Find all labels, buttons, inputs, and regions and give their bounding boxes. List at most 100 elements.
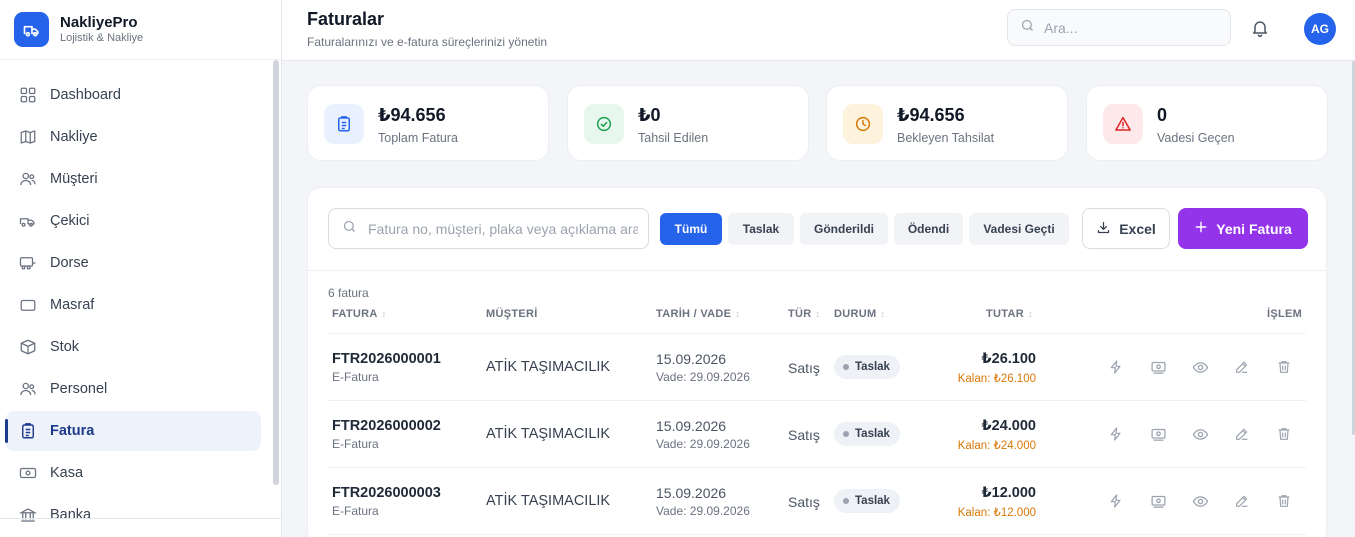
sidebar-item-banka[interactable]: Banka xyxy=(6,495,261,535)
stat-label: Bekleyen Tahsilat xyxy=(897,131,995,145)
filter-draft[interactable]: Taslak xyxy=(728,213,794,245)
column-label: İŞLEM xyxy=(1267,308,1303,320)
filter-paid[interactable]: Ödendi xyxy=(894,213,963,245)
sidebar-item-label: Çekici xyxy=(50,213,90,229)
invoice-search[interactable] xyxy=(328,208,649,249)
column-header-amount[interactable]: TUTAR ↕ xyxy=(986,308,1033,320)
trash-icon[interactable] xyxy=(1274,491,1294,511)
invoice-type: E-Fatura xyxy=(332,370,379,384)
excel-label: Excel xyxy=(1119,220,1156,237)
global-search-input[interactable] xyxy=(1044,19,1214,36)
users-icon xyxy=(18,169,38,189)
sidebar-item-stok[interactable]: Stok xyxy=(6,327,261,367)
remaining-amount: Kalan: ₺12.000 xyxy=(957,507,1036,519)
invoice-number[interactable]: FTR2026000001 xyxy=(332,351,441,367)
sidebar-item-nakliye[interactable]: Nakliye xyxy=(6,117,261,157)
status-badge: Taslak xyxy=(834,489,900,513)
sidebar-item-musteri[interactable]: Müşteri xyxy=(6,159,261,199)
plus-icon xyxy=(1194,220,1208,237)
edit-icon[interactable] xyxy=(1232,424,1252,444)
sort-icon: ↕ xyxy=(815,309,821,319)
sidebar-item-kasa[interactable]: Kasa xyxy=(6,453,261,493)
people-icon xyxy=(18,379,38,399)
bell-icon[interactable] xyxy=(1250,18,1272,40)
edit-icon[interactable] xyxy=(1232,357,1252,377)
map-icon xyxy=(18,127,38,147)
table-row[interactable]: FTR2026000002 E-Fatura ATİK TAŞIMACILIK … xyxy=(328,401,1306,468)
filter-overdue[interactable]: Vadesi Geçti xyxy=(969,213,1069,245)
invoice-search-input[interactable] xyxy=(368,220,638,237)
filter-sent[interactable]: Gönderildi xyxy=(800,213,888,245)
sidebar-item-dorse[interactable]: Dorse xyxy=(6,243,261,283)
stat-card-collected: ₺0 Tahsil Edilen xyxy=(567,85,809,161)
table-row[interactable]: FTR2026000003 E-Fatura ATİK TAŞIMACILIK … xyxy=(328,468,1306,535)
invoice-number[interactable]: FTR2026000002 xyxy=(332,418,441,434)
sidebar-item-label: Stok xyxy=(50,339,80,355)
sidebar-item-masraf[interactable]: Masraf xyxy=(6,285,261,325)
sidebar-item-label: Dorse xyxy=(50,255,89,271)
lightning-icon[interactable] xyxy=(1106,357,1126,377)
invoice-icon xyxy=(18,421,38,441)
sidebar-item-label: Banka xyxy=(50,507,92,523)
invoice-date: 15.09.2026 xyxy=(656,351,727,367)
clock-icon xyxy=(843,104,883,144)
invoice-date: 15.09.2026 xyxy=(656,485,727,501)
eye-icon[interactable] xyxy=(1190,357,1210,377)
eye-icon[interactable] xyxy=(1190,491,1210,511)
bank-icon xyxy=(18,505,38,525)
sidebar-item-label: Nakliye xyxy=(50,129,98,145)
stat-value: ₺94.656 xyxy=(897,105,965,125)
new-invoice-button[interactable]: Yeni Fatura xyxy=(1178,208,1308,249)
column-header-invoice[interactable]: FATURA ↕ xyxy=(332,308,386,320)
sidebar-item-personel[interactable]: Personel xyxy=(6,369,261,409)
stat-label: Tahsil Edilen xyxy=(638,131,709,145)
invoice-panel: Tümü Taslak Gönderildi Ödendi Vadesi Geç… xyxy=(307,187,1327,537)
status-label: Taslak xyxy=(855,495,890,507)
avatar[interactable]: AG xyxy=(1304,13,1336,45)
column-header-date[interactable]: TARİH / VADE ↕ xyxy=(656,308,740,320)
payment-icon[interactable] xyxy=(1148,424,1168,444)
status-badge: Taslak xyxy=(834,355,900,379)
trash-icon[interactable] xyxy=(1274,357,1294,377)
due-date: Vade: 29.09.2026 xyxy=(656,437,750,451)
stat-value: ₺0 xyxy=(638,105,661,125)
brand[interactable]: NakliyePro Lojistik & Nakliye xyxy=(0,0,281,60)
sidebar-item-label: Kasa xyxy=(50,465,84,481)
sidebar-scrollbar[interactable] xyxy=(273,60,279,485)
sidebar-item-cekici[interactable]: Çekici xyxy=(6,201,261,241)
column-header-customer: MÜŞTERİ xyxy=(486,308,538,320)
filter-all[interactable]: Tümü xyxy=(660,213,722,245)
customer-name: ATİK TAŞIMACILIK xyxy=(486,426,611,442)
trailer-icon xyxy=(18,253,38,273)
sidebar-item-dashboard[interactable]: Dashboard xyxy=(6,75,261,115)
sidebar: NakliyePro Lojistik & Nakliye Dashboard … xyxy=(0,0,282,537)
wallet-icon xyxy=(18,295,38,315)
invoice-type: E-Fatura xyxy=(332,504,379,518)
box-icon xyxy=(18,337,38,357)
column-header-status[interactable]: DURUM ↕ xyxy=(834,308,885,320)
sidebar-item-label: Fatura xyxy=(50,423,95,439)
status-dot xyxy=(843,364,849,370)
sort-icon: ↕ xyxy=(381,309,387,319)
eye-icon[interactable] xyxy=(1190,424,1210,444)
table-row[interactable]: FTR2026000001 E-Fatura ATİK TAŞIMACILIK … xyxy=(328,334,1306,401)
invoice-number[interactable]: FTR2026000003 xyxy=(332,485,441,501)
sidebar-item-fatura[interactable]: Fatura xyxy=(5,411,261,451)
payment-icon[interactable] xyxy=(1148,491,1168,511)
edit-icon[interactable] xyxy=(1232,491,1252,511)
excel-export-button[interactable]: Excel xyxy=(1082,208,1170,249)
stat-card-overdue: 0 Vadesi Geçen xyxy=(1086,85,1328,161)
stat-value: ₺94.656 xyxy=(378,105,446,125)
global-search[interactable] xyxy=(1007,9,1231,46)
payment-icon[interactable] xyxy=(1148,357,1168,377)
search-icon xyxy=(1020,18,1035,38)
toolbar-divider xyxy=(308,270,1326,271)
sort-icon: ↕ xyxy=(735,309,741,319)
status-dot xyxy=(843,498,849,504)
download-icon xyxy=(1096,220,1111,238)
lightning-icon[interactable] xyxy=(1106,424,1126,444)
lightning-icon[interactable] xyxy=(1106,491,1126,511)
column-header-kind[interactable]: TÜR ↕ xyxy=(788,308,820,320)
trash-icon[interactable] xyxy=(1274,424,1294,444)
sidebar-item-label: Müşteri xyxy=(50,171,98,187)
